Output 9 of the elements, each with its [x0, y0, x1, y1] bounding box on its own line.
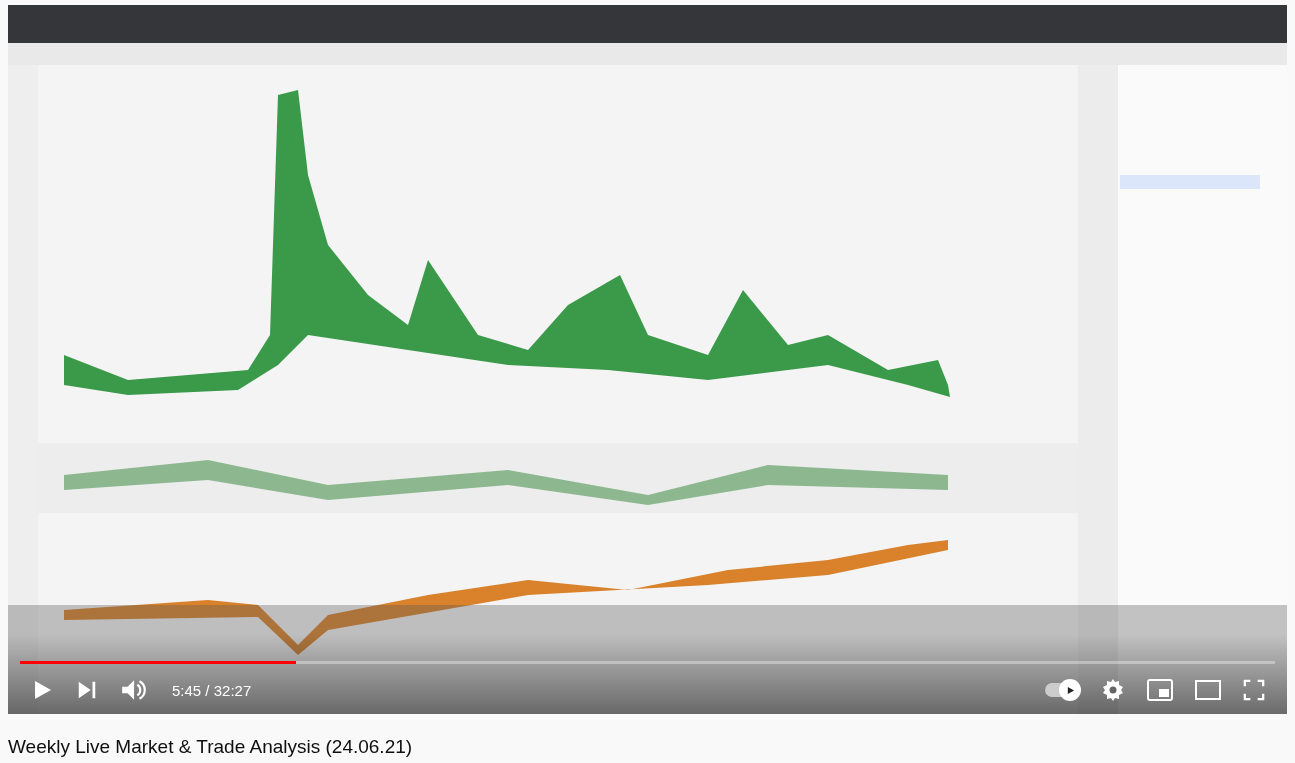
progress-bar[interactable] [20, 661, 1275, 664]
video-time: 5:45 / 32:27 [172, 681, 252, 699]
video-title: Weekly Live Market & Trade Analysis (24.06.21) [8, 736, 414, 758]
settings-icon[interactable] [1101, 678, 1125, 702]
next-icon[interactable] [76, 679, 98, 701]
miniplayer-icon[interactable] [1147, 679, 1173, 701]
play-icon [1065, 685, 1075, 695]
theater-mode-icon[interactable] [1195, 680, 1221, 700]
fullscreen-icon[interactable] [1243, 679, 1265, 701]
